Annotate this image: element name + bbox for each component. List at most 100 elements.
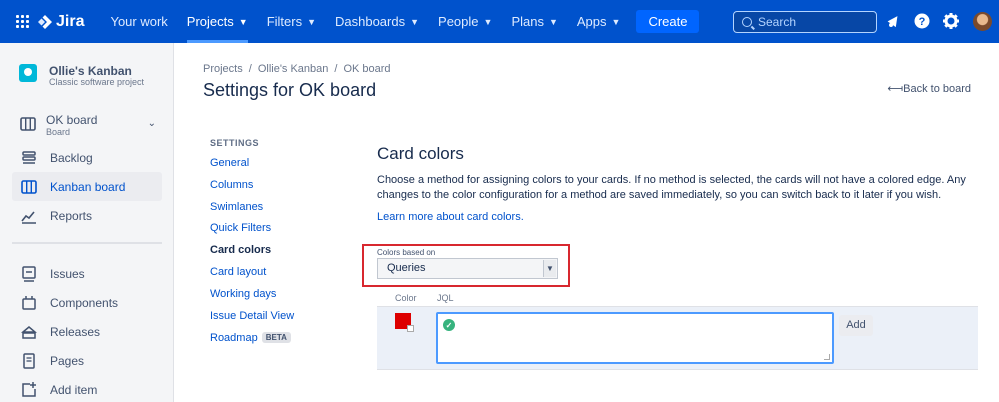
page-title: Settings for OK board [203, 80, 377, 100]
section-description: Choose a method for assigning colors to … [377, 174, 966, 201]
project-name[interactable]: Ollie's Kanban [49, 64, 132, 78]
issues-icon [21, 265, 37, 282]
resize-handle[interactable] [824, 354, 830, 360]
sidebar-item-label: Backlog [50, 150, 93, 165]
chevron-down-icon: ⌄ [147, 118, 156, 129]
breadcrumb-board[interactable]: OK board [343, 63, 390, 75]
sidebar-item-label: Components [50, 295, 119, 310]
settings-heading: SETTINGS [210, 138, 260, 148]
create-button[interactable]: Create [636, 10, 700, 33]
user-avatar[interactable] [973, 12, 992, 31]
nav-dashboards[interactable]: Dashboards ▼ [335, 0, 419, 43]
board-selector[interactable]: OK board Board ⌄ [12, 108, 162, 142]
sidebar-item-reports[interactable]: Reports [12, 201, 162, 230]
settings-nav-general[interactable]: General [210, 157, 249, 169]
app-switcher-icon[interactable] [16, 14, 30, 29]
nav-apps[interactable]: Apps ▼ [577, 0, 621, 43]
nav-projects[interactable]: Projects ▼ [186, 0, 248, 43]
product-name: Jira [56, 12, 85, 30]
sidebar-item-label: Kanban board [50, 179, 126, 194]
components-icon [21, 295, 37, 311]
sidebar-divider [12, 242, 162, 244]
jql-input[interactable]: ✓ [436, 312, 834, 364]
column-header-jql: JQL [437, 293, 454, 303]
sidebar-item-kanban-board[interactable]: Kanban board [12, 172, 162, 201]
nav-plans[interactable]: Plans ▼ [511, 0, 557, 43]
sidebar-item-label: Releases [50, 324, 101, 339]
board-type: Board [46, 127, 71, 137]
chevron-down-icon: ▼ [548, 16, 558, 27]
sidebar-item-label: Add item [50, 382, 98, 397]
sidebar-item-pages[interactable]: Pages [12, 346, 162, 375]
nav-your-work-label: Your work [110, 14, 168, 29]
check-circle-icon: ✓ [443, 319, 455, 331]
reports-icon [21, 208, 37, 224]
settings-nav-quick-filters[interactable]: Quick Filters [210, 222, 271, 234]
search-placeholder: Search [758, 15, 797, 29]
add-button[interactable]: Add [839, 315, 873, 336]
sidebar-item-components[interactable]: Components [12, 288, 162, 317]
colors-based-on-select[interactable]: Queries ▼ [377, 258, 558, 279]
section-title: Card colors [377, 144, 464, 163]
learn-more-link[interactable]: Learn more about card colors. [377, 211, 524, 223]
settings-nav-columns[interactable]: Columns [210, 179, 253, 191]
svg-text:?: ? [919, 16, 926, 28]
settings-nav-issue-detail-view[interactable]: Issue Detail View [210, 310, 294, 322]
settings-nav-roadmap[interactable]: Roadmap BETA [210, 332, 291, 344]
sidebar-item-add-item[interactable]: Add item [12, 375, 162, 402]
nav-people[interactable]: People ▼ [438, 0, 492, 43]
chevron-down-icon: ▼ [238, 16, 248, 27]
colors-based-on-label: Colors based on [377, 248, 436, 257]
chevron-down-icon: ▼ [483, 16, 493, 27]
sidebar-item-releases[interactable]: Releases [12, 317, 162, 346]
sidebar-item-label: Pages [50, 353, 85, 368]
breadcrumb-projects[interactable]: Projects [203, 63, 243, 75]
breadcrumb-project[interactable]: Ollie's Kanban [258, 63, 329, 75]
jira-logo-icon [38, 14, 52, 29]
breadcrumb-separator: / [334, 63, 338, 75]
settings-nav-swimlanes[interactable]: Swimlanes [210, 201, 263, 213]
nav-filters[interactable]: Filters ▼ [267, 0, 316, 43]
settings-nav-card-layout[interactable]: Card layout [210, 266, 266, 278]
backlog-icon [21, 150, 37, 166]
jira-logo[interactable]: Jira [38, 13, 84, 31]
project-type: Classic software project [49, 77, 145, 87]
board-icon [21, 179, 37, 195]
chevron-down-icon: ▼ [543, 260, 556, 277]
back-arrow-icon: ⟻ [887, 83, 904, 95]
chevron-down-icon: ▼ [307, 16, 316, 27]
column-header-color: Color [395, 293, 417, 303]
sidebar-item-label: Issues [50, 266, 85, 281]
settings-nav-card-colors[interactable]: Card colors [210, 244, 271, 256]
sidebar-item-label: Reports [50, 208, 93, 223]
gear-icon[interactable] [943, 13, 959, 29]
breadcrumb-separator: / [248, 63, 252, 75]
chevron-down-icon: ▼ [611, 16, 621, 27]
sidebar-item-backlog[interactable]: Backlog [12, 143, 162, 172]
nav-projects-label: Projects [186, 14, 234, 29]
project-avatar [19, 64, 37, 82]
sidebar-item-issues[interactable]: Issues [12, 259, 162, 288]
nav-filters-label: Filters [266, 14, 303, 29]
nav-dashboards-label: Dashboards [335, 14, 406, 29]
board-icon [20, 117, 36, 131]
nav-apps-label: Apps [576, 14, 607, 29]
back-to-board-link[interactable]: ⟻Back to board [887, 82, 971, 95]
breadcrumb: Projects / Ollie's Kanban / OK board [203, 63, 391, 75]
back-link-label: Back to board [903, 83, 971, 95]
select-value: Queries [387, 262, 426, 274]
nav-your-work[interactable]: Your work [110, 0, 167, 43]
add-item-icon [21, 381, 37, 398]
settings-nav-working-days[interactable]: Working days [210, 288, 276, 300]
nav-plans-label: Plans [511, 14, 544, 29]
notifications-icon[interactable] [886, 13, 902, 29]
settings-nav-roadmap-label: Roadmap [210, 332, 258, 344]
color-swatch[interactable] [395, 313, 414, 332]
help-icon[interactable]: ? [914, 13, 930, 29]
search-icon [742, 17, 752, 27]
search-input[interactable]: Search [733, 11, 877, 33]
pages-icon [21, 352, 37, 369]
chevron-down-icon: ▼ [410, 16, 420, 27]
board-name: OK board [46, 113, 98, 127]
nav-people-label: People [438, 14, 479, 29]
